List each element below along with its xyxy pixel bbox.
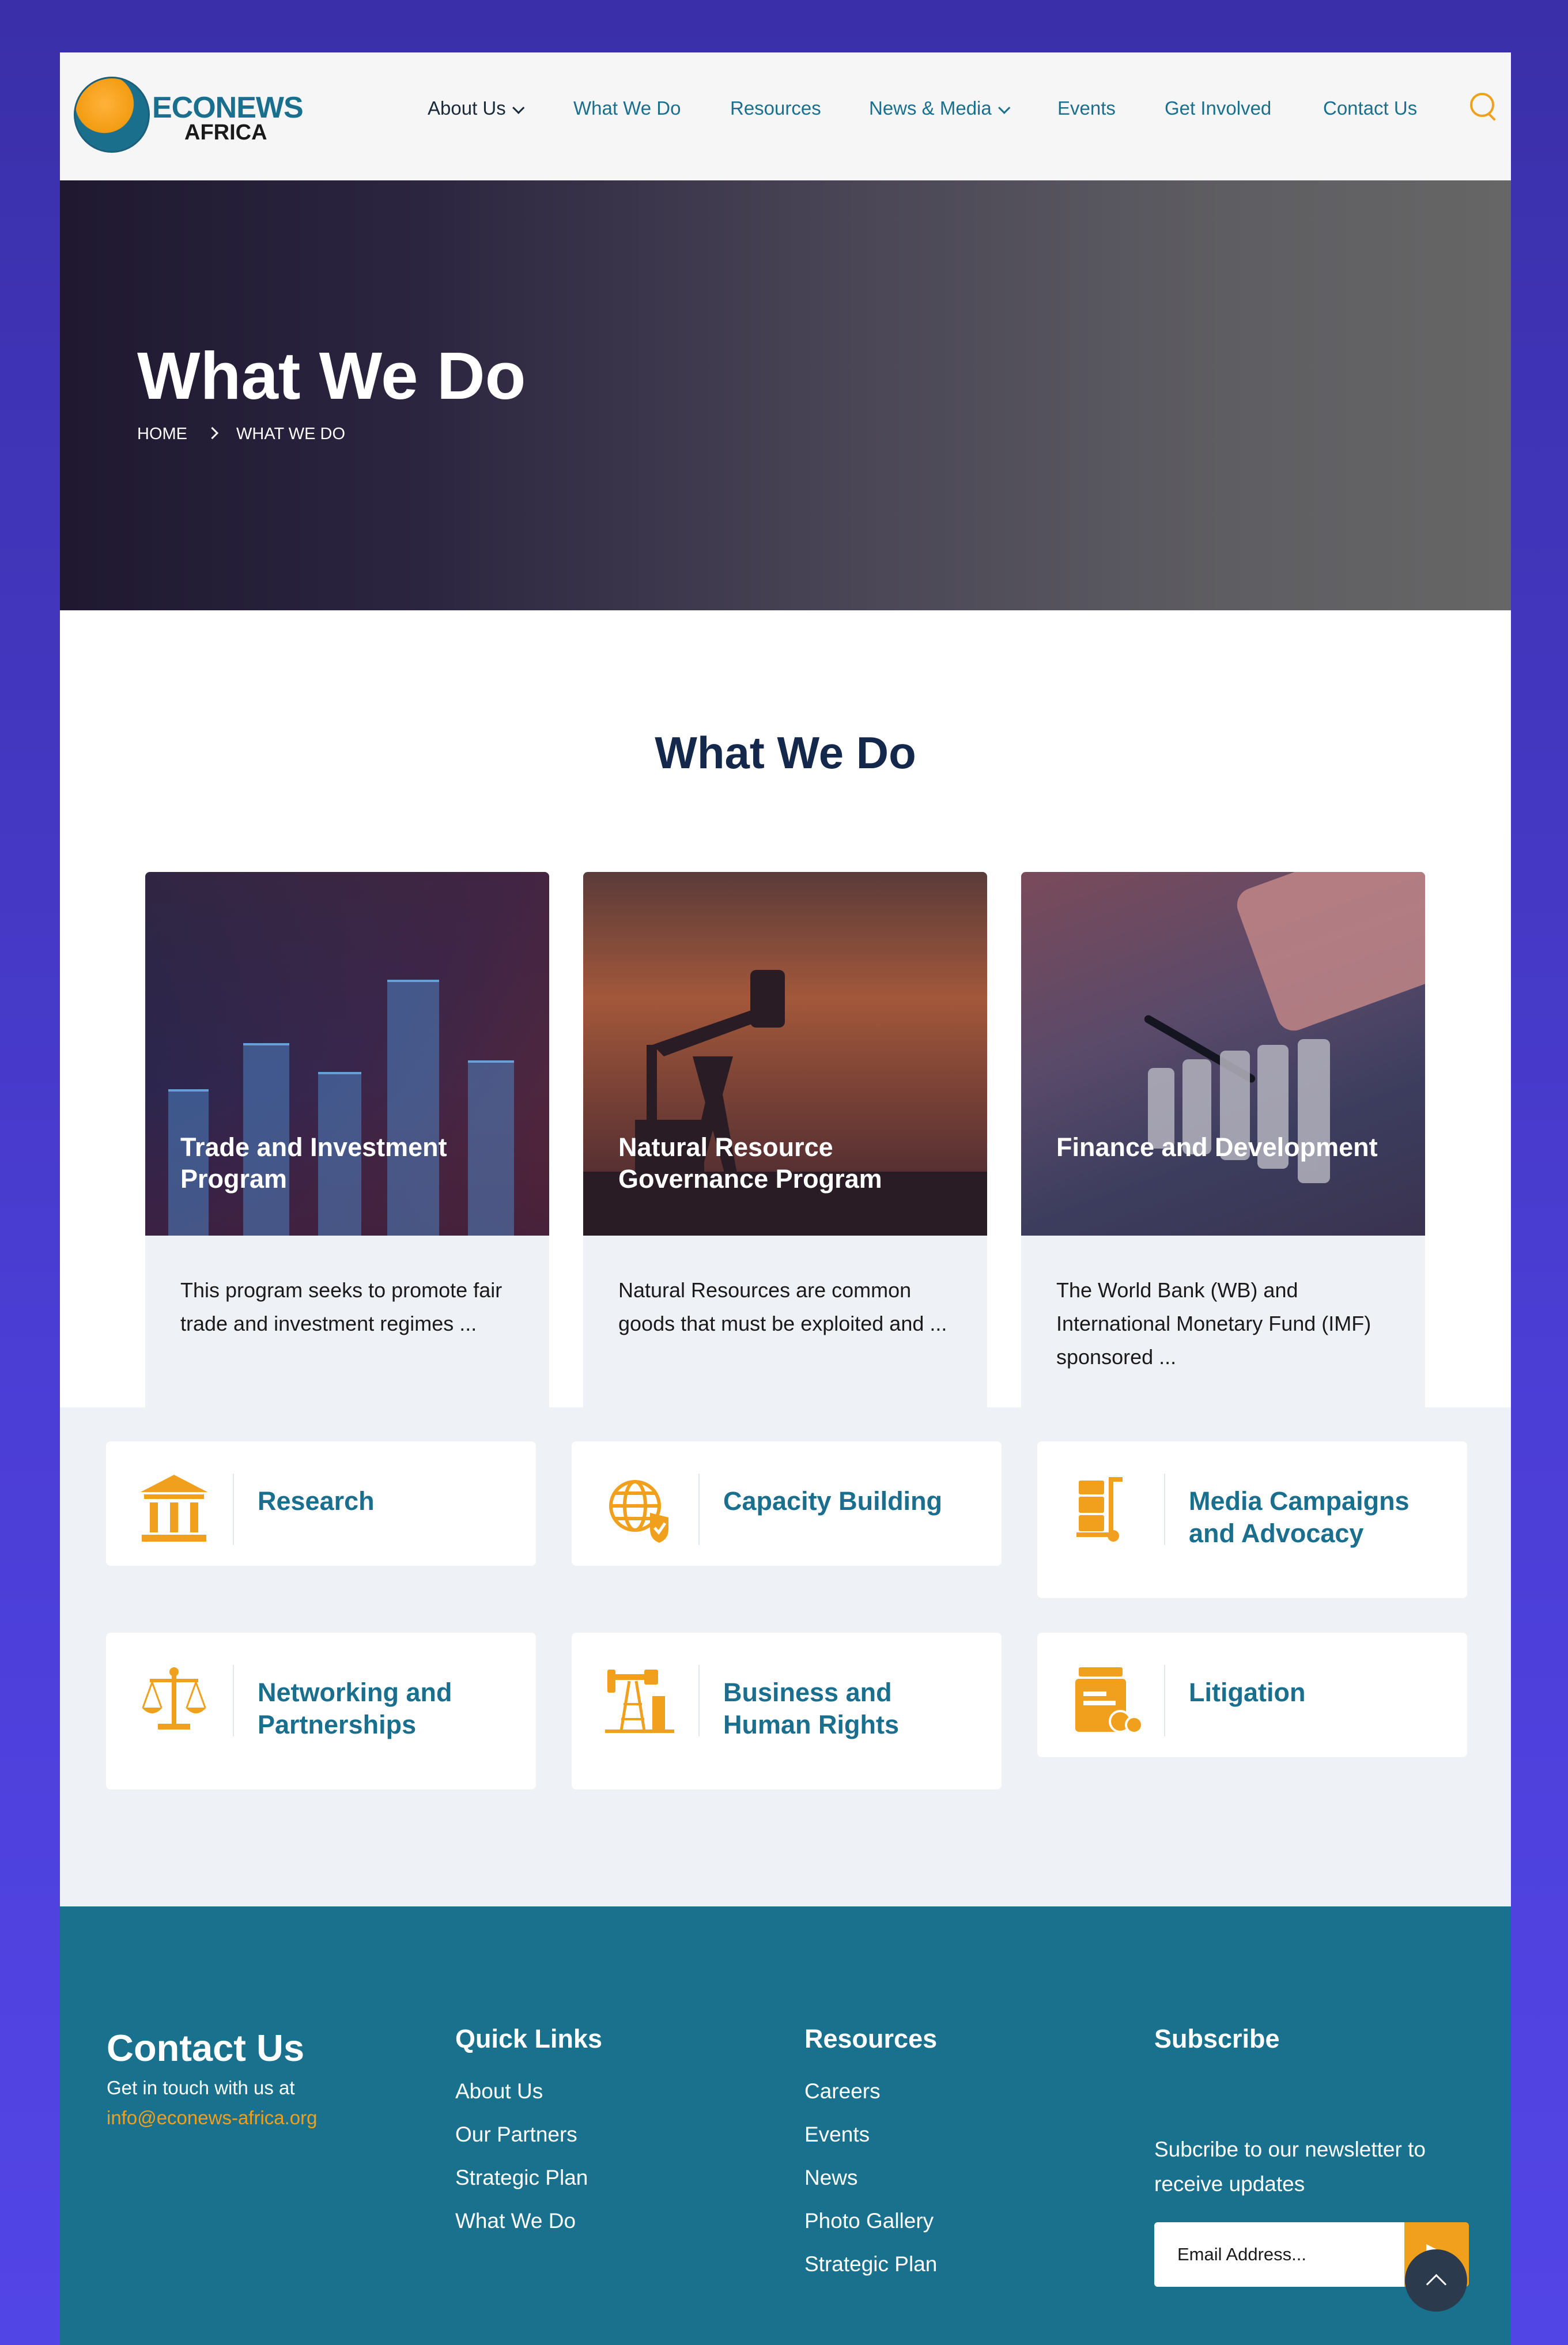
logo-text: ECONEWS (152, 91, 304, 124)
footer-link-about-us[interactable]: About Us (455, 2079, 543, 2104)
footer-contact-email[interactable]: info@econews-africa.org (107, 2107, 318, 2129)
program-image: Natural Resource Governance Program (583, 872, 987, 1236)
nav-news-media[interactable]: News & Media (869, 97, 1011, 119)
search-icon-handle (1487, 112, 1496, 121)
divider (233, 1474, 234, 1545)
nav-label: Events (1057, 97, 1116, 119)
globe-shield-icon (604, 1472, 675, 1544)
divider (1164, 1474, 1165, 1545)
newsletter-email-input[interactable] (1154, 2222, 1404, 2287)
program-image: Finance and Development (1021, 872, 1425, 1236)
program-body: The World Bank (WB) and International Mo… (1021, 1236, 1425, 1408)
scales-icon (138, 1664, 210, 1735)
program-body: Natural Resources are common goods that … (583, 1236, 987, 1408)
nav-label: About Us (428, 97, 506, 119)
footer-quick-links-title: Quick Links (455, 2024, 603, 2053)
service-label: Business and Human Rights (723, 1678, 900, 1739)
page-title: What We Do (137, 338, 526, 413)
program-card-finance[interactable]: Finance and Development The World Bank (… (1021, 872, 1425, 1408)
site-header: ECONEWS AFRICA About Us What We Do Resou… (60, 52, 1511, 180)
chevron-right-icon (206, 426, 219, 440)
service-label: Media Campaigns and Advocacy (1189, 1486, 1410, 1548)
nav-label: What We Do (573, 97, 681, 119)
breadcrumb-current: WHAT WE DO (236, 425, 346, 443)
chart-bar-graphic (387, 980, 439, 1236)
service-litigation[interactable]: Litigation (1037, 1633, 1467, 1757)
service-capacity-building[interactable]: Capacity Building (572, 1441, 1002, 1566)
chevron-down-icon (512, 101, 525, 114)
program-title: Finance and Development (1056, 1132, 1378, 1162)
nav-about-us[interactable]: About Us (428, 97, 525, 119)
page-hero: What We Do HOME WHAT WE DO (60, 180, 1511, 610)
footer-subscribe-text: Subcribe to our newsletter to receive up… (1154, 2138, 1426, 2196)
footer-link-events[interactable]: Events (804, 2123, 870, 2147)
chevron-down-icon (998, 101, 1011, 114)
medicine-jar-icon (1070, 1664, 1143, 1735)
divider (698, 1665, 700, 1736)
back-to-top-button[interactable] (1405, 2249, 1467, 2312)
hand-truck-icon (1070, 1472, 1141, 1544)
program-excerpt: The World Bank (WB) and International Mo… (1056, 1278, 1371, 1369)
service-research[interactable]: Research (106, 1441, 536, 1566)
oil-pump-icon (604, 1664, 675, 1735)
footer-contact-text: Get in touch with us at (107, 2077, 295, 2098)
footer-link-strategic-plan-res[interactable]: Strategic Plan (804, 2252, 937, 2276)
service-label: Networking and Partnerships (258, 1678, 452, 1739)
service-label: Litigation (1189, 1678, 1306, 1707)
program-image: Trade and Investment Program (145, 872, 549, 1236)
search-button[interactable] (1468, 90, 1499, 122)
nav-what-we-do[interactable]: What We Do (573, 97, 681, 119)
nav-label: Get Involved (1165, 97, 1272, 119)
divider (1164, 1665, 1165, 1736)
search-icon (1470, 93, 1494, 117)
program-title: Trade and Investment Program (180, 1132, 447, 1194)
footer-subscribe-title: Subscribe (1154, 2024, 1280, 2053)
page: ECONEWS AFRICA About Us What We Do Resou… (60, 52, 1511, 2345)
program-excerpt: Natural Resources are common goods that … (618, 1278, 947, 1335)
coins-calculator-graphic (1144, 872, 1425, 1183)
building-columns-icon (138, 1472, 210, 1544)
program-title: Natural Resource Governance Program (618, 1132, 882, 1194)
nav-label: Resources (730, 97, 821, 119)
chevron-up-icon (1426, 2274, 1447, 2295)
breadcrumb: HOME WHAT WE DO (137, 425, 345, 444)
globe-icon (74, 77, 150, 153)
footer-resources-title: Resources (804, 2024, 938, 2053)
footer-link-news[interactable]: News (804, 2166, 858, 2190)
site-logo[interactable]: ECONEWS AFRICA (71, 77, 304, 153)
divider (698, 1474, 700, 1545)
program-body: This program seeks to promote fair trade… (145, 1236, 549, 1408)
footer-link-photo-gallery[interactable]: Photo Gallery (804, 2209, 934, 2233)
footer-contact-title: Contact Us (107, 2027, 305, 2069)
section-title: What We Do (655, 727, 916, 778)
footer-link-our-partners[interactable]: Our Partners (455, 2123, 577, 2147)
breadcrumb-home[interactable]: HOME (137, 425, 187, 443)
service-media-campaigns[interactable]: Media Campaigns and Advocacy (1037, 1441, 1467, 1598)
footer-link-strategic-plan[interactable]: Strategic Plan (455, 2166, 588, 2190)
nav-contact-us[interactable]: Contact Us (1323, 97, 1417, 119)
nav-get-involved[interactable]: Get Involved (1165, 97, 1271, 119)
divider (233, 1665, 234, 1736)
nav-label: Contact Us (1323, 97, 1418, 119)
footer-link-what-we-do[interactable]: What We Do (455, 2209, 576, 2233)
program-excerpt: This program seeks to promote fair trade… (180, 1278, 502, 1335)
program-card-natural-resource[interactable]: Natural Resource Governance Program Natu… (583, 872, 987, 1408)
nav-label: News & Media (869, 97, 992, 119)
nav-events[interactable]: Events (1057, 97, 1116, 119)
service-label: Research (258, 1486, 375, 1516)
service-networking[interactable]: Networking and Partnerships (106, 1633, 536, 1789)
nav-resources[interactable]: Resources (730, 97, 821, 119)
site-footer: Contact Us Get in touch with us at info@… (60, 1906, 1511, 2345)
service-business-human-rights[interactable]: Business and Human Rights (572, 1633, 1002, 1789)
program-card-trade[interactable]: Trade and Investment Program This progra… (145, 872, 549, 1408)
logo-subtext: AFRICA (184, 120, 267, 145)
service-label: Capacity Building (723, 1486, 943, 1516)
footer-link-careers[interactable]: Careers (804, 2079, 881, 2104)
